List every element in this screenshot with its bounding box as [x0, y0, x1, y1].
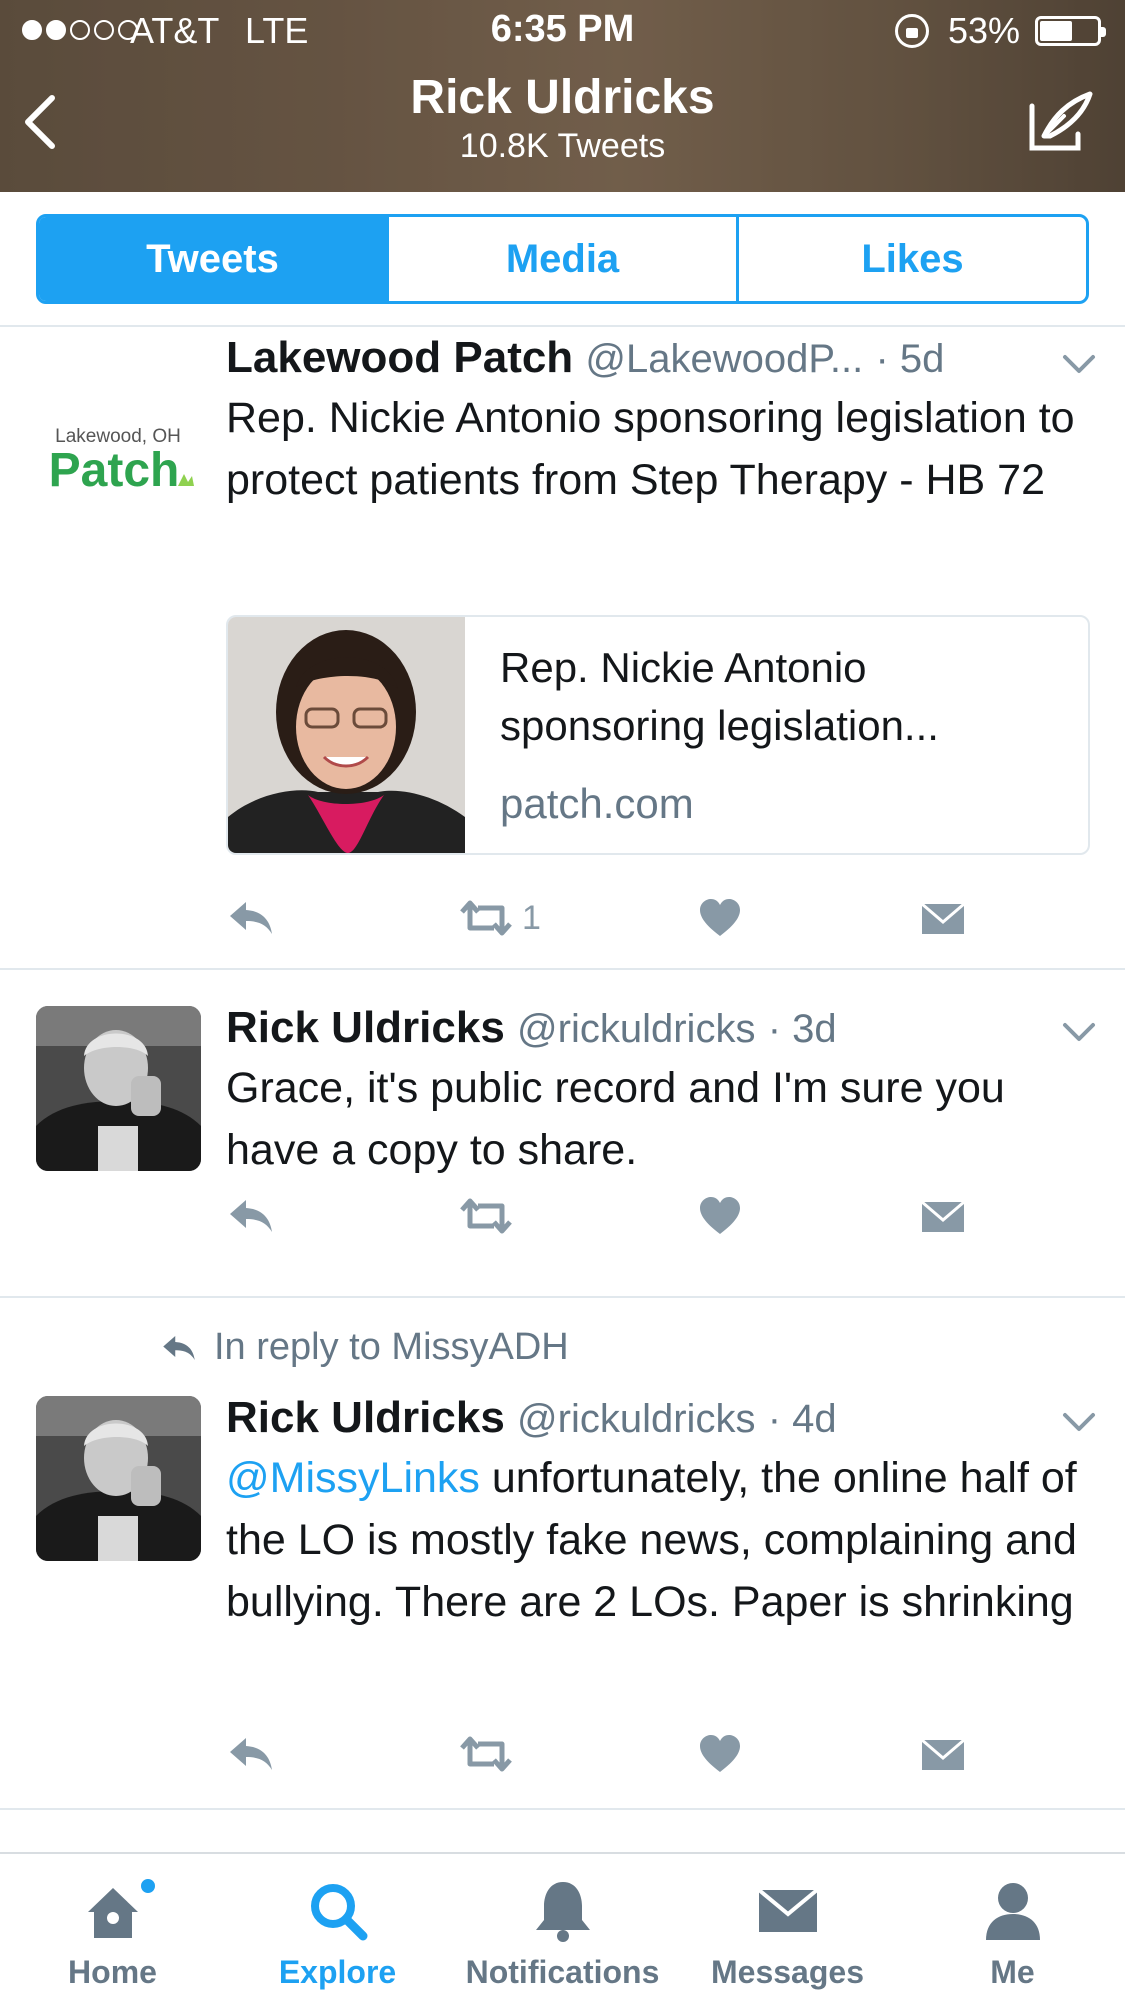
- tweet[interactable]: In reply to MissyADH Rick Uldricks @rick…: [0, 1298, 1125, 1808]
- like-button[interactable]: [698, 1724, 742, 1784]
- tab-label: Explore: [278, 1954, 397, 1990]
- author-handle[interactable]: @rickuldricks: [517, 1397, 755, 1441]
- author-name[interactable]: Rick Uldricks: [226, 1393, 505, 1442]
- battery-icon: [1035, 16, 1106, 46]
- like-button[interactable]: [698, 888, 742, 948]
- envelope-icon: [921, 1738, 965, 1770]
- tweet-timestamp: · 3d: [767, 1007, 837, 1051]
- person-icon: [985, 1883, 1040, 1940]
- reply-icon: [230, 1200, 272, 1232]
- tweet-header: Rick Uldricks @rickuldricks · 3d: [226, 1000, 1096, 1057]
- tweet-content: Rick Uldricks @rickuldricks · 3d Grace, …: [226, 1000, 1096, 1181]
- reply-context[interactable]: In reply to MissyADH: [160, 1326, 1060, 1369]
- tweet-text: Grace, it's public record and I'm sure y…: [226, 1064, 1005, 1174]
- link-card-domain: patch.com: [500, 780, 694, 827]
- share-dm-button[interactable]: [920, 1186, 966, 1246]
- tweet[interactable]: Lakewood, OH Patch Lakewood Patch @Lakew…: [0, 330, 1125, 968]
- share-dm-button[interactable]: [920, 1724, 966, 1784]
- tweet-actions: [226, 1724, 1046, 1784]
- envelope-icon: [921, 1200, 965, 1232]
- retweet-icon: [460, 900, 512, 936]
- author-handle[interactable]: @rickuldricks: [517, 1007, 755, 1051]
- divider: [0, 1808, 1125, 1810]
- avatar[interactable]: [36, 1396, 201, 1561]
- retweet-count: 1: [522, 898, 541, 937]
- status-bar: AT&T LTE 6:35 PM 53%: [0, 0, 1125, 60]
- search-icon: [310, 1884, 367, 1941]
- chevron-down-icon[interactable]: [1061, 1410, 1097, 1434]
- link-card-title: Rep. Nickie Antonio sponsoring legislati…: [500, 644, 939, 749]
- page-title: Rick Uldricks: [410, 71, 715, 124]
- header-title-block: Rick Uldricks 10.8K Tweets: [0, 70, 1125, 166]
- reply-icon: [230, 902, 272, 934]
- tab-likes[interactable]: Likes: [736, 217, 1086, 301]
- tweet-content: Lakewood Patch @LakewoodP... · 5d Rep. N…: [226, 330, 1096, 511]
- tab-notifications[interactable]: Notifications: [450, 1854, 675, 2001]
- tweet-count: 10.8K Tweets: [459, 127, 666, 165]
- chevron-down-icon[interactable]: [1061, 1020, 1097, 1044]
- rotation-lock-icon: [895, 14, 929, 48]
- tweet-header: Rick Uldricks @rickuldricks · 4d: [226, 1390, 1096, 1447]
- avatar[interactable]: Lakewood, OH Patch: [36, 370, 201, 500]
- tweet-content: Rick Uldricks @rickuldricks · 4d @MissyL…: [226, 1390, 1096, 1633]
- retweet-button[interactable]: [456, 1724, 516, 1784]
- mention-link[interactable]: @MissyLinks: [226, 1454, 480, 1502]
- reply-icon: [163, 1335, 195, 1360]
- reply-button[interactable]: [226, 1186, 276, 1246]
- patch-logo: Lakewood, OH Patch: [49, 426, 194, 497]
- tab-media[interactable]: Media: [386, 217, 736, 301]
- tab-label: Notifications: [465, 1954, 660, 1990]
- tab-label: Home: [68, 1954, 157, 1990]
- share-dm-button[interactable]: [920, 888, 966, 948]
- retweet-icon: [460, 1736, 512, 1772]
- reply-button[interactable]: [226, 1724, 276, 1784]
- link-card[interactable]: Rep. Nickie Antonio sponsoring legislati…: [226, 615, 1090, 855]
- reply-context-text: In reply to MissyADH: [214, 1326, 569, 1368]
- heart-icon: [700, 1735, 740, 1772]
- tweet-timestamp: · 4d: [767, 1397, 837, 1441]
- tab-label: Messages: [711, 1954, 864, 1990]
- tab-me[interactable]: Me: [900, 1854, 1125, 2001]
- tweet[interactable]: Rick Uldricks @rickuldricks · 3d Grace, …: [0, 970, 1125, 1296]
- battery-percentage: 53%: [948, 10, 1021, 51]
- tweet-header: Lakewood Patch @LakewoodP... · 5d: [226, 330, 1096, 387]
- like-button[interactable]: [698, 1186, 742, 1246]
- profile-segmented-control: Tweets Media Likes: [36, 214, 1089, 304]
- envelope-icon: [757, 1888, 818, 1932]
- tweet-text: Rep. Nickie Antonio sponsoring legislati…: [226, 394, 1075, 504]
- notification-dot: [138, 1876, 158, 1896]
- bell-icon: [535, 1882, 590, 1942]
- reply-button[interactable]: [226, 888, 276, 948]
- author-name[interactable]: Rick Uldricks: [226, 1003, 505, 1052]
- author-name[interactable]: Lakewood Patch: [226, 333, 573, 382]
- tweet-text: @MissyLinks unfortunately, the online ha…: [226, 1447, 1096, 1633]
- tweet-timestamp: · 5d: [875, 337, 945, 381]
- reply-icon: [230, 1738, 272, 1770]
- tab-label: Me: [990, 1954, 1035, 1990]
- chevron-down-icon[interactable]: [1061, 352, 1097, 376]
- heart-icon: [700, 1197, 740, 1234]
- patch-logo-wordmark: Patch: [49, 444, 180, 497]
- author-handle[interactable]: @LakewoodP...: [585, 337, 863, 381]
- link-card-thumbnail: [228, 617, 465, 853]
- retweet-button[interactable]: 1: [456, 888, 541, 948]
- tweet-actions: [226, 1186, 1046, 1246]
- tab-tweets[interactable]: Tweets: [39, 217, 386, 301]
- tab-explore[interactable]: Explore: [225, 1854, 450, 2001]
- avatar[interactable]: [36, 1006, 201, 1171]
- compose-tweet-icon[interactable]: [1024, 86, 1096, 158]
- heart-icon: [700, 899, 740, 936]
- bottom-tab-bar: Home Explore Notifications Messages Me: [0, 1852, 1125, 2001]
- retweet-icon: [460, 1198, 512, 1234]
- divider: [0, 325, 1125, 327]
- home-icon: [87, 1888, 138, 1938]
- tab-home[interactable]: Home: [0, 1854, 225, 2001]
- profile-header: AT&T LTE 6:35 PM 53% Rick Uldricks 10.8K…: [0, 0, 1125, 192]
- tab-messages[interactable]: Messages: [675, 1854, 900, 2001]
- retweet-button[interactable]: [456, 1186, 516, 1246]
- envelope-icon: [921, 902, 965, 934]
- tweet-actions: 1: [226, 888, 1046, 948]
